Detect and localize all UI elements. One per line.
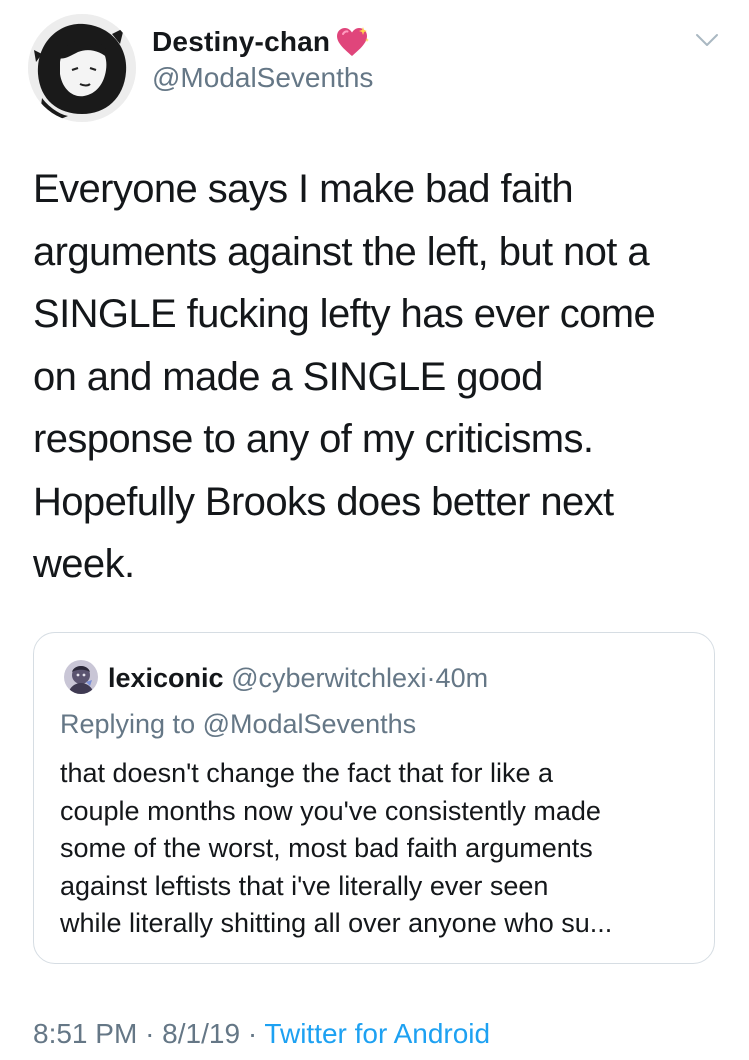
quoted-timestamp: 40m xyxy=(435,663,489,693)
quoted-separator: · xyxy=(426,663,436,693)
avatar-portrait-icon xyxy=(64,660,98,694)
tweet-meta: 8:51 PM · 8/1/19 · Twitter for Android xyxy=(33,1018,490,1050)
author-name-row: Destiny-chan xyxy=(152,26,370,58)
quoted-handle[interactable]: @cyberwitchlexi xyxy=(231,663,426,693)
tweet-time: 8:51 PM xyxy=(33,1018,138,1049)
tweet-date: 8/1/19 xyxy=(162,1018,241,1049)
quoted-tweet-card[interactable]: lexiconic @cyberwitchlexi·40m Replying t… xyxy=(33,632,715,964)
tweet-source-link[interactable]: Twitter for Android xyxy=(264,1018,490,1049)
quoted-header: lexiconic @cyberwitchlexi·40m xyxy=(108,663,488,694)
avatar-portrait-icon xyxy=(28,14,136,122)
chevron-down-icon[interactable] xyxy=(694,30,720,50)
replying-to-label: Replying to @ModalSevenths xyxy=(60,709,417,739)
quoted-tweet-text: that doesn't change the fact that for li… xyxy=(60,758,613,938)
sparkling-heart-icon xyxy=(334,26,370,58)
author-handle[interactable]: @ModalSevenths xyxy=(152,62,373,94)
author-display-name[interactable]: Destiny-chan xyxy=(152,26,330,58)
quoted-display-name[interactable]: lexiconic xyxy=(108,663,224,693)
tweet: Destiny-chan @ModalSevenths Everyone say… xyxy=(0,0,749,1060)
meta-separator: · xyxy=(247,1018,258,1049)
author-avatar[interactable] xyxy=(28,14,136,122)
quoted-author-avatar[interactable] xyxy=(64,660,98,694)
tweet-text: Everyone says I make bad faith arguments… xyxy=(33,167,656,586)
meta-separator: · xyxy=(145,1018,155,1049)
